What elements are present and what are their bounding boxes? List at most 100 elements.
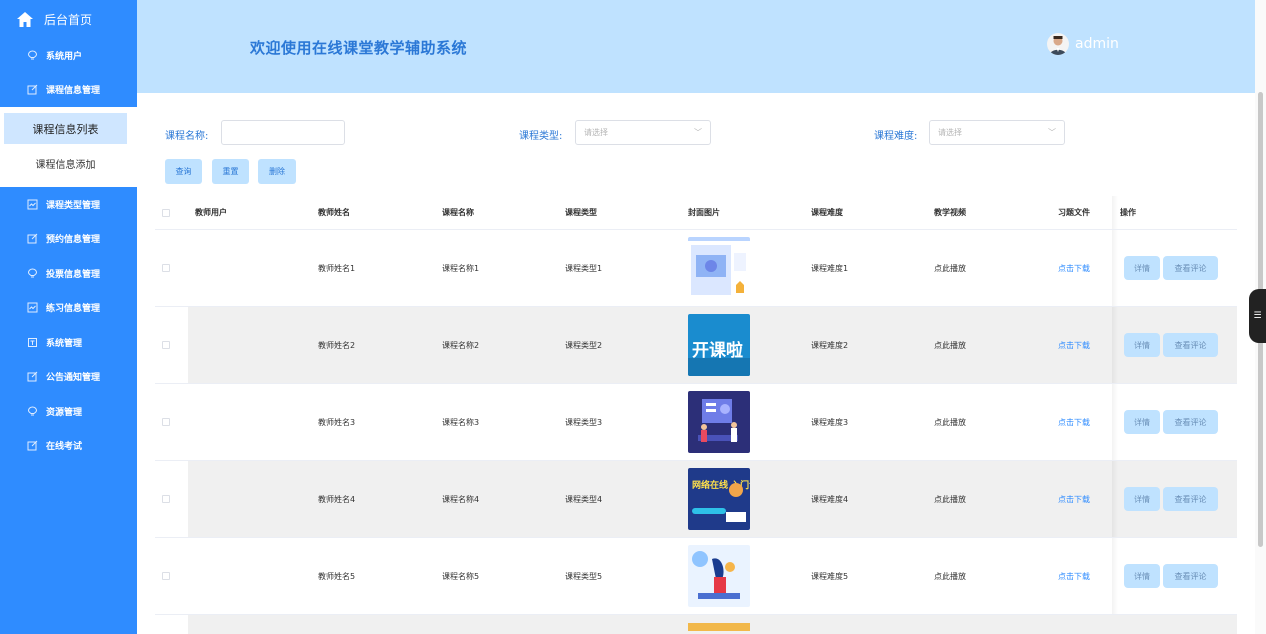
row-checkbox[interactable] (162, 572, 170, 580)
chevron-down-icon: ﹀ (1048, 128, 1056, 137)
cell-exercise-download[interactable]: 点击下载 (1058, 230, 1090, 306)
query-button[interactable]: 查询 (165, 159, 202, 184)
home-icon (16, 10, 34, 28)
reset-button[interactable]: 重置 (212, 159, 249, 184)
detail-button[interactable]: 详情 (1124, 410, 1160, 434)
view-comments-button[interactable]: 查看评论 (1163, 487, 1218, 511)
course-name-label: 课程名称: (165, 131, 209, 142)
cell-course-name: 课程名称5 (442, 571, 480, 581)
chart-icon (26, 198, 38, 210)
cell-video[interactable]: 点此播放 (934, 461, 966, 537)
cell-difficulty: 课程难度4 (811, 494, 849, 504)
course-name-input[interactable] (221, 120, 345, 145)
table-header: 教师用户 教师姓名 课程名称 课程类型 封面图片 课程难度 教学视频 习题文件 … (155, 196, 1237, 230)
cell-video[interactable]: 点此播放 (934, 307, 966, 383)
view-comments-button[interactable]: 查看评论 (1163, 333, 1218, 357)
table-row: 教师姓名1 课程名称1 课程类型1 课程难度1 点此播放 点击下载 详情 查看评… (155, 230, 1237, 307)
sidebar-item-label: 练习信息管理 (46, 304, 101, 315)
username: admin (1075, 36, 1119, 52)
cell-difficulty: 课程难度1 (811, 263, 849, 273)
detail-button[interactable]: 详情 (1124, 333, 1160, 357)
submenu-item-course-add[interactable]: 课程信息添加 (4, 148, 127, 179)
detail-button[interactable]: 详情 (1124, 564, 1160, 588)
detail-button[interactable]: 详情 (1124, 487, 1160, 511)
cell-teacher-name: 教师姓名5 (318, 571, 356, 581)
cell-video[interactable]: 点此播放 (934, 384, 966, 460)
difficulty-select[interactable]: 请选择 ﹀ (929, 120, 1065, 145)
cell-exercise-download[interactable]: 点击下载 (1058, 461, 1090, 537)
sidebar-item-label: 预约信息管理 (46, 235, 101, 246)
cell-difficulty: 课程难度2 (811, 340, 849, 350)
col-teacher-user: 教师用户 (195, 208, 227, 217)
user-menu[interactable]: admin (1047, 33, 1119, 55)
col-actions: 操作 (1120, 208, 1136, 217)
cover-image[interactable] (688, 237, 750, 299)
sidebar-item-exam[interactable]: 在线考试 (0, 429, 137, 464)
side-drawer-tab[interactable]: ☰ (1249, 289, 1266, 343)
col-cover: 封面图片 (688, 208, 720, 217)
sidebar-item-booking[interactable]: 预约信息管理 (0, 222, 137, 257)
box-icon (26, 336, 38, 348)
sidebar-item-resources[interactable]: 资源管理 (0, 394, 137, 429)
course-table: 教师用户 教师姓名 课程名称 课程类型 封面图片 课程难度 教学视频 习题文件 … (155, 196, 1237, 634)
fixed-column-shadow (1112, 196, 1118, 229)
top-header: 欢迎使用在线课堂教学辅助系统 admin (137, 0, 1255, 93)
col-course-name: 课程名称 (442, 208, 474, 217)
sidebar-item-course-info[interactable]: 课程信息管理 (0, 73, 137, 108)
sidebar-item-announcement[interactable]: 公告通知管理 (0, 360, 137, 395)
cell-teacher-name: 教师姓名2 (318, 340, 356, 350)
view-comments-button[interactable]: 查看评论 (1163, 410, 1218, 434)
col-course-type: 课程类型 (565, 208, 597, 217)
cell-course-name: 课程名称3 (442, 417, 480, 427)
edit-icon (26, 233, 38, 245)
cell-course-type: 课程类型5 (565, 571, 603, 581)
submenu-item-label: 课程信息添加 (35, 160, 96, 171)
delete-button[interactable]: 删除 (258, 159, 296, 184)
col-teacher-name: 教师姓名 (318, 208, 350, 217)
row-checkbox[interactable] (162, 495, 170, 503)
sidebar-item-system[interactable]: 系统管理 (0, 325, 137, 360)
cover-image[interactable] (688, 545, 750, 607)
col-exercise: 习题文件 (1058, 208, 1090, 217)
sidebar-item-course-type[interactable]: 课程类型管理 (0, 187, 137, 222)
cell-exercise-download[interactable]: 点击下载 (1058, 307, 1090, 383)
cover-image[interactable] (688, 391, 750, 453)
select-all-checkbox[interactable] (162, 208, 170, 217)
cell-video[interactable]: 点此播放 (934, 538, 966, 614)
sidebar-brand-label: 后台首页 (44, 12, 93, 27)
sidebar-item-label: 公告通知管理 (46, 373, 101, 384)
course-type-label: 课程类型: (519, 131, 563, 142)
sidebar-item-label: 在线考试 (46, 442, 83, 453)
cover-image[interactable]: 网络在线 入门课程 (688, 468, 750, 530)
course-type-select[interactable]: 请选择 ﹀ (575, 120, 711, 145)
sidebar-brand[interactable]: 后台首页 (0, 0, 137, 38)
list-icon: ☰ (1253, 311, 1262, 321)
cover-image[interactable]: 开课啦 (688, 314, 750, 376)
view-comments-button[interactable]: 查看评论 (1163, 564, 1218, 588)
cell-course-type: 课程类型2 (565, 340, 603, 350)
submenu-item-course-list[interactable]: 课程信息列表 (4, 113, 127, 144)
sidebar-item-vote[interactable]: 投票信息管理 (0, 256, 137, 291)
view-comments-button[interactable]: 查看评论 (1163, 256, 1218, 280)
sidebar-item-exercise[interactable]: 练习信息管理 (0, 291, 137, 326)
cell-teacher-name: 教师姓名4 (318, 494, 356, 504)
row-checkbox[interactable] (162, 264, 170, 272)
cell-difficulty: 课程难度3 (811, 417, 849, 427)
fixed-column-shadow (1112, 384, 1118, 460)
row-checkbox[interactable] (162, 341, 170, 349)
table-row: 教师姓名3 课程名称3 课程类型3 课程难度3 点此播放 点击下载 详情 查看评… (155, 384, 1237, 461)
col-difficulty: 课程难度 (811, 208, 843, 217)
sidebar-item-label: 系统管理 (46, 338, 83, 349)
cell-course-type: 课程类型1 (565, 263, 603, 273)
cover-image[interactable] (688, 623, 750, 631)
detail-button[interactable]: 详情 (1124, 256, 1160, 280)
bulb-icon (26, 267, 38, 279)
cell-exercise-download[interactable]: 点击下载 (1058, 538, 1090, 614)
course-info-submenu: 课程信息列表 课程信息添加 (0, 107, 137, 187)
table-row: 教师姓名2 课程名称2 课程类型2 开课啦 课程难度2 点此播放 点击下载 详情… (155, 307, 1237, 384)
bulb-icon (26, 49, 38, 61)
sidebar-item-system-users[interactable]: 系统用户 (0, 38, 137, 73)
row-checkbox[interactable] (162, 418, 170, 426)
cell-video[interactable]: 点此播放 (934, 230, 966, 306)
cell-exercise-download[interactable]: 点击下载 (1058, 384, 1090, 460)
